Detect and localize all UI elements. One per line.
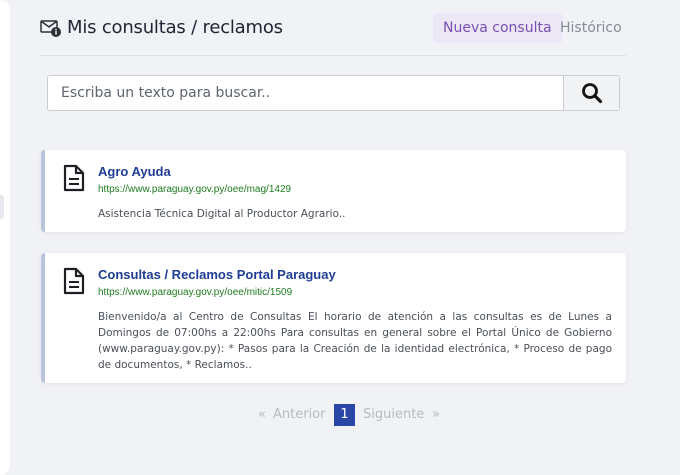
- document-icon: [63, 164, 85, 192]
- tab-nueva-consulta[interactable]: Nueva consulta: [433, 13, 562, 43]
- tab-historico[interactable]: Histórico: [550, 13, 632, 43]
- result-title-link[interactable]: Consultas / Reclamos Portal Paraguay: [98, 267, 336, 282]
- search-bar: [47, 75, 620, 111]
- result-card[interactable]: Agro Ayuda https://www.paraguay.gov.py/o…: [41, 150, 626, 232]
- search-icon: [581, 83, 602, 104]
- result-url: https://www.paraguay.gov.py/oee/mitic/15…: [98, 287, 293, 298]
- result-description: Asistencia Técnica Digital al Productor …: [98, 208, 346, 220]
- last-page-icon[interactable]: »: [432, 407, 440, 422]
- search-input[interactable]: [48, 76, 564, 110]
- mail-info-icon: [40, 20, 61, 37]
- page-header: Mis consultas / reclamos Nueva consulta …: [40, 12, 626, 56]
- first-page-icon[interactable]: «: [258, 407, 266, 422]
- previous-page-link[interactable]: Anterior: [273, 407, 325, 422]
- pagination: « Anterior 1 Siguiente »: [0, 404, 680, 426]
- current-page-number[interactable]: 1: [334, 404, 355, 426]
- search-button[interactable]: [563, 76, 619, 110]
- next-page-link[interactable]: Siguiente: [363, 407, 424, 422]
- result-card[interactable]: Consultas / Reclamos Portal Paraguay htt…: [41, 253, 626, 383]
- page-title: Mis consultas / reclamos: [67, 17, 283, 38]
- side-panel-handle[interactable]: [0, 195, 4, 219]
- result-url: https://www.paraguay.gov.py/oee/mag/1429: [98, 184, 292, 195]
- document-icon: [63, 267, 85, 295]
- result-title-link[interactable]: Agro Ayuda: [98, 164, 171, 179]
- result-description: Bienvenido/a al Centro de Consultas El h…: [98, 311, 612, 371]
